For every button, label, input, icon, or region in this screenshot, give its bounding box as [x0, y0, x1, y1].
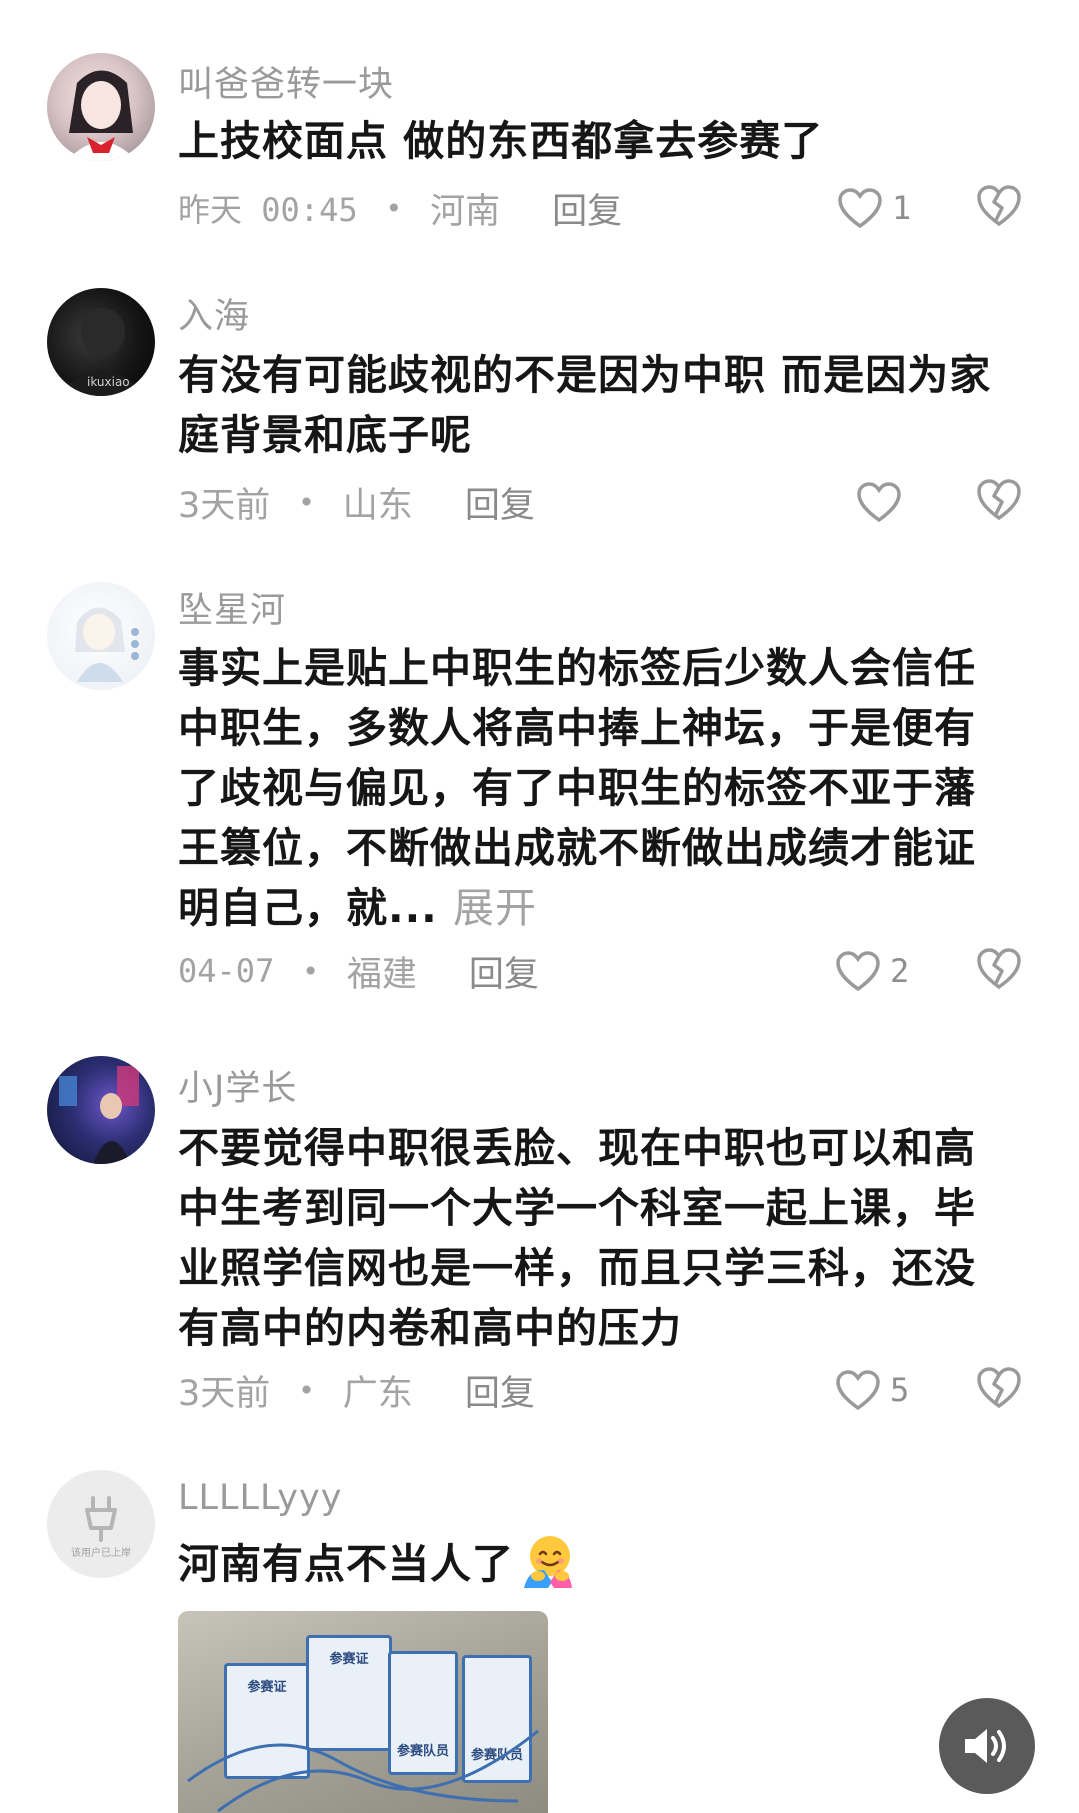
comment-location: 广东	[342, 1373, 413, 1414]
comment-meta: 3天前 • 山东 回复	[178, 477, 535, 527]
comment-text: 不要觉得中职很丢脸、现在中职也可以和高中生考到同一个大学一个科室一起上课，毕业照…	[178, 1124, 976, 1352]
comment-time: 昨天 00:45	[178, 191, 358, 229]
username[interactable]: LLLLLyyy	[178, 1478, 342, 1518]
like-count: 1	[892, 189, 912, 227]
reply-button[interactable]: 回复	[465, 477, 535, 528]
reply-button[interactable]: 回复	[469, 946, 539, 997]
separator-dot: •	[302, 954, 319, 988]
separator-dot: •	[298, 1373, 315, 1407]
comment-item: ikuxiao 入海 有没有可能歧视的不是因为中职 而是因为家庭背景和底子呢 3…	[0, 240, 1079, 530]
like-count: 2	[890, 952, 910, 990]
comment-time: 04-07	[178, 952, 275, 990]
speaker-icon	[965, 1729, 1006, 1763]
avatar[interactable]	[47, 1056, 155, 1164]
heart-outline-icon	[857, 482, 901, 523]
comment-location: 福建	[346, 954, 417, 995]
avatar[interactable]: ikuxiao	[47, 288, 155, 396]
username[interactable]: 坠星河	[178, 582, 286, 633]
comment-meta: 3天前 • 广东 回复	[178, 1365, 535, 1415]
comment-body: 事实上是贴上中职生的标签后少数人会信任中职生，多数人将高中捧上神坛，于是便有了歧…	[178, 644, 976, 932]
comment-time: 3天前	[178, 485, 271, 526]
comment-location: 河南	[430, 191, 501, 232]
broken-heart-icon[interactable]	[975, 943, 1023, 993]
comment-item: 坠星河 事实上是贴上中职生的标签后少数人会信任中职生，多数人将高中捧上神坛，于是…	[0, 530, 1079, 1030]
username[interactable]: 小J学长	[178, 1060, 297, 1111]
comment-time: 3天前	[178, 1373, 271, 1414]
like-button[interactable]: 5	[834, 1365, 909, 1415]
separator-dot: •	[298, 485, 315, 519]
like-button[interactable]	[855, 477, 903, 527]
sound-button[interactable]	[939, 1698, 1035, 1794]
comment-body: 河南有点不当人了	[178, 1540, 514, 1588]
broken-heart-icon[interactable]	[975, 180, 1023, 230]
like-count: 5	[890, 1371, 910, 1409]
comment-text: 上技校面点 做的东西都拿去参赛了	[178, 117, 824, 165]
reply-button[interactable]: 回复	[465, 1365, 535, 1416]
comment-text: 事实上是贴上中职生的标签后少数人会信任中职生，多数人将高中捧上神坛，于是便有了歧…	[178, 638, 998, 938]
avatar[interactable]	[47, 53, 155, 161]
comment-meta: 04-07 • 福建 回复	[178, 946, 539, 996]
reply-button[interactable]: 回复	[552, 183, 622, 234]
comment-meta: 昨天 00:45 • 河南 回复	[178, 183, 622, 233]
comment-item: 小J学长 不要觉得中职很丢脸、现在中职也可以和高中生考到同一个大学一个科室一起上…	[0, 1030, 1079, 1470]
like-button[interactable]: 1	[836, 183, 911, 233]
broken-heart-icon[interactable]	[975, 1362, 1023, 1412]
comment-location: 山东	[342, 485, 413, 526]
avatar[interactable]: 该用户已上岸	[47, 1470, 155, 1578]
hugging-face-emoji-icon	[524, 1536, 572, 1588]
expand-button[interactable]: 展开	[453, 884, 537, 932]
comment-photo[interactable]: 参赛证 参赛证 参赛队员 参赛队员	[178, 1611, 548, 1813]
avatar-caption: 该用户已上岸	[71, 1548, 131, 1559]
lanyard-lines	[187, 1729, 539, 1813]
separator-dot: •	[385, 191, 403, 225]
comment-item: 叫爸爸转一块 上技校面点 做的东西都拿去参赛了 昨天 00:45 • 河南 回复…	[0, 0, 1079, 240]
comment-text: 河南有点不当人了	[178, 1530, 998, 1594]
username[interactable]: 入海	[178, 288, 250, 339]
heart-outline-icon	[838, 188, 882, 229]
broken-heart-icon[interactable]	[975, 474, 1023, 524]
avatar[interactable]	[47, 582, 155, 690]
heart-outline-icon	[836, 951, 880, 992]
comment-text: 有没有可能歧视的不是因为中职 而是因为家庭背景和底子呢	[178, 351, 992, 459]
username[interactable]: 叫爸爸转一块	[178, 56, 394, 107]
like-button[interactable]: 2	[834, 946, 909, 996]
heart-outline-icon	[836, 1370, 880, 1411]
svg-text:ikuxiao: ikuxiao	[87, 375, 130, 389]
